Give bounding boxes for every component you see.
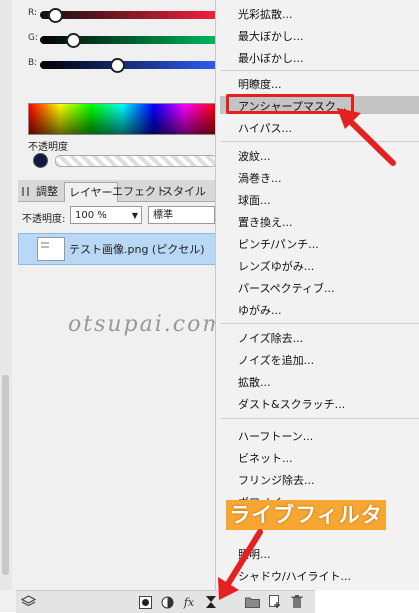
menu-item-ripple[interactable]: 波紋... <box>238 148 271 164</box>
opacity-slider[interactable] <box>55 155 217 167</box>
scrollbar-thumb[interactable] <box>2 375 9 575</box>
slider-green-knob[interactable] <box>66 33 81 48</box>
tabs-grip-icon[interactable] <box>18 182 32 200</box>
site-watermark: otsupai.com <box>68 312 226 337</box>
slider-green-track[interactable] <box>40 33 225 48</box>
spectrum-shade <box>29 104 216 134</box>
menu-item-minimum-blur[interactable]: 最小ぼかし... <box>238 50 304 66</box>
tab-styles[interactable]: スタイル <box>158 182 210 201</box>
slider-red-track[interactable] <box>40 8 225 23</box>
layer-name: テスト画像.png (ピクセル) <box>69 243 205 256</box>
layer-opacity-value: 100 % <box>75 210 107 221</box>
color-spectrum[interactable] <box>28 103 217 135</box>
menu-item-distort[interactable]: ゆがみ... <box>238 302 282 318</box>
blend-mode-select[interactable]: 標準 <box>148 206 215 224</box>
menu-item-high-pass[interactable]: ハイパス... <box>238 120 292 136</box>
menu-item-diffuse[interactable]: 拡散... <box>238 374 271 390</box>
menu-item-halftone[interactable]: ハーフトーン... <box>238 428 313 444</box>
highlight-box <box>226 94 354 114</box>
tab-adjustments[interactable]: 調整 <box>32 182 62 201</box>
slider-blue-knob[interactable] <box>110 58 125 73</box>
menu-item-denoise[interactable]: ノイズ除去... <box>238 330 303 346</box>
menu-item-twirl[interactable]: 渦巻き... <box>238 170 282 186</box>
menu-item-vignette[interactable]: ビネット... <box>238 450 293 466</box>
menu-item-shadow-highlight[interactable]: シャドウ/ハイライト... <box>238 568 351 584</box>
chevron-down-icon: ▼ <box>131 211 138 220</box>
menu-item-add-noise[interactable]: ノイズを追加... <box>238 352 314 368</box>
menu-item-spherical[interactable]: 球面... <box>238 192 271 208</box>
layer-thumbnail <box>37 237 65 261</box>
layer-opacity-select[interactable]: 100 % ▼ <box>70 206 142 224</box>
layers-icon[interactable] <box>20 594 36 610</box>
menu-item-maximum-blur[interactable]: 最大ぼかし... <box>238 28 304 44</box>
menu-separator <box>221 323 419 324</box>
fx-icon[interactable]: fx <box>181 594 197 610</box>
menu-item-diffuse-glow[interactable]: 光彩拡散... <box>238 6 293 22</box>
menu-item-dust-scratch[interactable]: ダスト&スクラッチ... <box>238 396 345 412</box>
blend-mode-value: 標準 <box>153 210 173 221</box>
slider-red-label: R: <box>28 8 38 18</box>
new-layer-icon[interactable] <box>267 594 283 610</box>
slider-red-knob[interactable] <box>48 8 63 23</box>
layers-bottom-toolbar: fx <box>16 590 315 613</box>
callout-label: ライブフィルタ <box>226 500 386 530</box>
live-filter-icon[interactable] <box>203 594 219 610</box>
menu-separator <box>221 418 419 419</box>
adjustment-icon[interactable] <box>159 594 175 610</box>
menu-item-pinch-punch[interactable]: ピンチ/パンチ... <box>238 236 319 252</box>
menu-item-lighting[interactable]: 照明... <box>238 546 271 562</box>
layer-opacity-label: 不透明度: <box>22 214 66 225</box>
mask-icon[interactable] <box>137 594 153 610</box>
menu-item-lens-distortion[interactable]: レンズゆがみ... <box>238 258 314 274</box>
slider-blue-label: B: <box>28 58 38 68</box>
trash-icon[interactable] <box>289 594 305 610</box>
menu-separator <box>221 70 419 71</box>
menu-separator <box>221 141 419 142</box>
menu-item-perspective[interactable]: パースペクティブ... <box>238 280 335 296</box>
menu-item-displace[interactable]: 置き換え... <box>238 214 293 230</box>
layer-row-selected[interactable]: テスト画像.png (ピクセル) <box>18 233 217 265</box>
studio-panel: R: G: B: 不透明度 調整 レイヤー エフェクト スタイル 不透明度: 1… <box>0 0 315 613</box>
slider-green-label: G: <box>28 33 39 43</box>
slider-blue-track[interactable] <box>40 58 225 73</box>
menu-item-defringe[interactable]: フリンジ除去... <box>238 472 315 488</box>
opacity-label: 不透明度 <box>28 142 68 153</box>
folder-icon[interactable] <box>244 594 260 610</box>
current-color-swatch[interactable] <box>33 153 48 168</box>
panel-tabs: 調整 レイヤー エフェクト スタイル <box>18 180 215 202</box>
layer-controls: 不透明度: 100 % ▼ 標準 <box>18 204 215 228</box>
panel-scrollbar[interactable] <box>0 0 12 590</box>
menu-item-clarity[interactable]: 明瞭度... <box>238 76 282 92</box>
